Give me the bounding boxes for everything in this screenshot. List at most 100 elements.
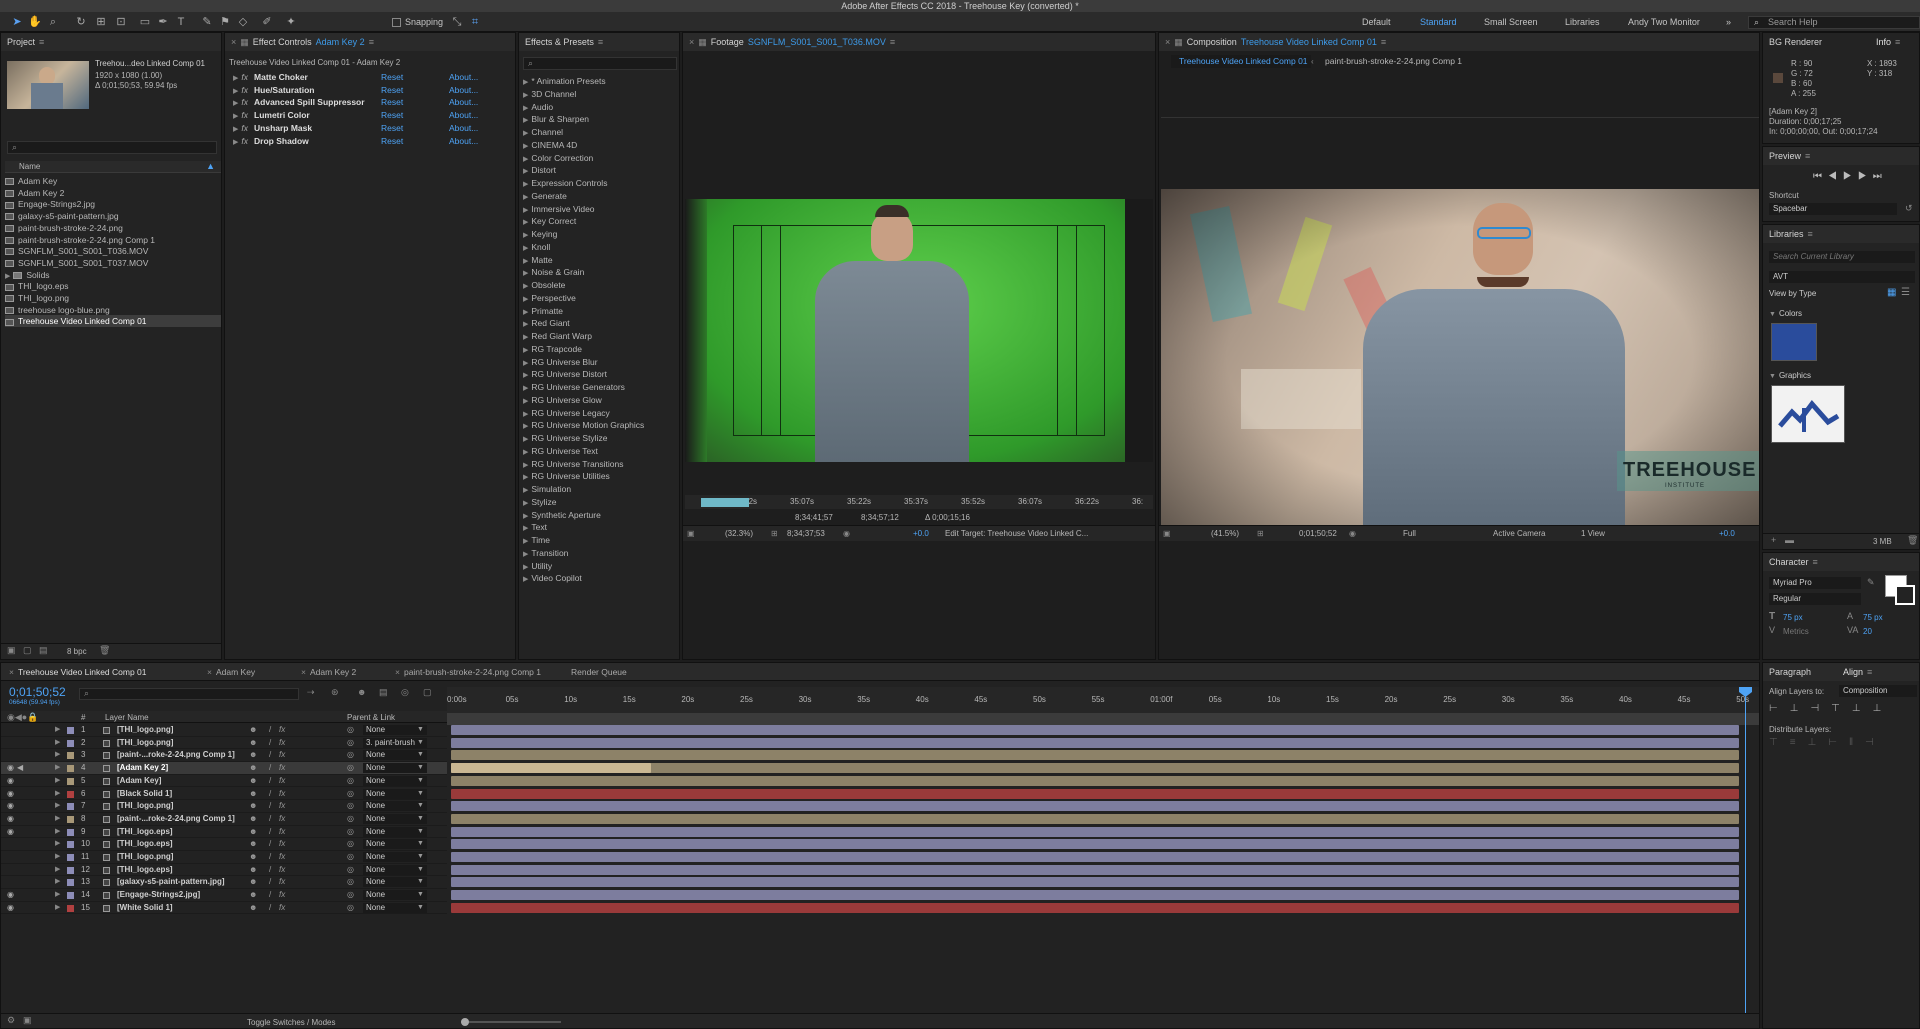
snap-grid-icon[interactable]: ⌗	[468, 15, 482, 29]
footage-title[interactable]: Footage	[711, 37, 744, 47]
effect-row[interactable]: ▶ fx Advanced Spill Suppressor Reset About..…	[225, 96, 515, 108]
shy-switch-icon[interactable]: ☻	[249, 889, 257, 902]
shy-switch-icon[interactable]: ☻	[249, 902, 257, 915]
new-folder-icon[interactable]: ▢	[23, 645, 32, 656]
add-icon[interactable]: +	[1771, 535, 1776, 545]
font-size-value[interactable]: 75 px	[1783, 613, 1803, 622]
timeline-layer-row[interactable]: ◉ ▶ 15 [White Solid 1] ☻ / fx ◎ None ▼	[1, 902, 447, 915]
layer-name-header[interactable]: Layer Name	[105, 713, 149, 722]
expand-icon[interactable]: ▶	[523, 181, 528, 188]
chevron-down-icon[interactable]: ▼	[417, 762, 424, 775]
pickwhip-icon[interactable]: ◎	[347, 851, 354, 864]
expand-icon[interactable]: ▶	[523, 309, 528, 316]
distribute-left-icon[interactable]: ⊢	[1828, 737, 1849, 748]
expand-icon[interactable]: ▶	[523, 245, 528, 252]
comp-timecode[interactable]: 0;01;50;52	[1299, 529, 1337, 538]
fx-switch-icon[interactable]: fx	[279, 737, 285, 750]
draft-3d-icon[interactable]: ⊛	[331, 687, 339, 698]
shy-layers-icon[interactable]: ☻	[357, 687, 366, 697]
layer-label-color[interactable]	[67, 892, 74, 900]
project-item[interactable]: Engage-Strings2.jpg	[5, 198, 221, 210]
expand-icon[interactable]: ▶	[523, 207, 528, 214]
expand-icon[interactable]: ▶	[523, 347, 528, 354]
always-preview-icon[interactable]: ▣	[1163, 529, 1171, 538]
effect-row[interactable]: ▶ fx Unsharp Mask Reset About...	[225, 122, 515, 134]
font-family-select[interactable]: Myriad Pro	[1769, 577, 1861, 589]
always-preview-icon[interactable]: ▣	[687, 529, 695, 538]
footage-in-point[interactable]: 8;34;41;57	[795, 513, 833, 522]
fx-icon[interactable]: fx	[241, 85, 248, 95]
layer-label-color[interactable]	[67, 879, 74, 887]
layer-label-color[interactable]	[67, 854, 74, 861]
quality-switch-icon[interactable]: /	[269, 838, 271, 851]
shy-switch-icon[interactable]: ☻	[249, 864, 257, 877]
eraser-tool-icon[interactable]: ◇	[236, 15, 250, 29]
expand-icon[interactable]: ▶	[523, 219, 528, 226]
project-item[interactable]: Adam Key 2	[5, 187, 221, 199]
type-tool-icon[interactable]: T	[174, 15, 188, 29]
visibility-icon[interactable]: ◉	[7, 813, 14, 826]
expand-icon[interactable]: ▶	[55, 864, 60, 877]
parent-link-header[interactable]: Parent & Link	[347, 713, 395, 722]
layer-duration-bar[interactable]	[451, 839, 1739, 850]
stroke-color-swatch[interactable]	[1895, 585, 1915, 605]
project-item[interactable]: galaxy-s5-paint-pattern.jpg	[5, 210, 221, 222]
effects-category[interactable]: ▶ CINEMA 4D	[523, 139, 679, 151]
effect-about-button[interactable]: About...	[449, 96, 478, 108]
effects-category[interactable]: ▶ Red Giant	[523, 317, 679, 329]
expand-icon[interactable]: ▶	[523, 411, 528, 418]
expand-icon[interactable]: ▶	[523, 487, 528, 494]
next-frame-icon[interactable]: ▶	[1858, 171, 1873, 182]
expand-icon[interactable]: ▶	[523, 525, 528, 532]
library-search-input[interactable]: Search Current Library	[1769, 251, 1915, 263]
timeline-layer-row[interactable]: ▶ 12 [THI_logo.eps] ☻ / fx ◎ None ▼	[1, 864, 447, 877]
visibility-icon[interactable]: ◉	[7, 902, 14, 915]
chevron-down-icon[interactable]: ▼	[417, 724, 424, 737]
expand-icon[interactable]: ▶	[55, 788, 60, 801]
library-color-swatch[interactable]	[1771, 323, 1817, 361]
visibility-icon[interactable]: ◉	[7, 826, 14, 839]
composition-title[interactable]: Composition	[1187, 37, 1237, 47]
expand-icon[interactable]: ▶	[523, 360, 528, 367]
shy-switch-icon[interactable]: ☻	[249, 851, 257, 864]
grid-icon[interactable]: ⊞	[771, 529, 778, 538]
effect-row[interactable]: ▶ fx Drop Shadow Reset About...	[225, 135, 515, 147]
footage-offset[interactable]: +0.0	[913, 529, 929, 538]
layer-duration-bar[interactable]	[451, 864, 1739, 875]
chevron-down-icon[interactable]: ▼	[417, 788, 424, 801]
comp-flowchart-icon[interactable]: ⇢	[307, 687, 315, 698]
effects-category[interactable]: ▶ * Animation Presets	[523, 75, 679, 87]
expand-icon[interactable]: ▶	[523, 270, 528, 277]
panel-menu-icon[interactable]: ≡	[369, 37, 374, 47]
effects-category[interactable]: ▶ Color Correction	[523, 152, 679, 164]
motion-blur-icon[interactable]: ◎	[401, 687, 409, 698]
pickwhip-icon[interactable]: ◎	[347, 775, 354, 788]
effects-category[interactable]: ▶ RG Universe Text	[523, 445, 679, 457]
expand-icon[interactable]: ▶	[55, 902, 60, 915]
timeline-layer-row[interactable]: ◉ ▶ 6 [Black Solid 1] ☻ / fx ◎ None ▼	[1, 788, 447, 801]
expand-icon[interactable]: ▶	[523, 513, 528, 520]
shy-switch-icon[interactable]: ☻	[249, 737, 257, 750]
comp-tab-brush[interactable]: paint-brush-stroke-2-24.png Comp 1	[1325, 55, 1462, 68]
eyedropper-icon[interactable]: ✎	[1867, 577, 1875, 588]
tab-align[interactable]: Align	[1843, 667, 1863, 677]
layer-switches-icon[interactable]: ⚙	[7, 1015, 15, 1026]
distribute-right-icon[interactable]: ⊣	[1865, 737, 1886, 748]
distribute-bottom-icon[interactable]: ⊥	[1808, 737, 1829, 748]
zoom-slider[interactable]	[461, 1018, 561, 1026]
effects-presets-title[interactable]: Effects & Presets	[525, 37, 594, 47]
zoom-slider-handle[interactable]	[461, 1018, 469, 1026]
layer-duration-bar[interactable]	[451, 890, 1739, 901]
last-frame-icon[interactable]: ⏭	[1873, 171, 1888, 182]
effect-about-button[interactable]: About...	[449, 109, 478, 121]
expand-icon[interactable]: ▶	[523, 564, 528, 571]
timeline-layer-row[interactable]: ▶ 13 [galaxy-s5-paint-pattern.jpg] ☻ / fx ◎ Non…	[1, 876, 447, 890]
effect-reset-button[interactable]: Reset	[381, 71, 403, 83]
distribute-vcenter-icon[interactable]: ≡	[1790, 737, 1808, 748]
effects-category[interactable]: ▶ Audio	[523, 101, 679, 113]
fx-switch-icon[interactable]: fx	[279, 889, 285, 902]
graphics-section-label[interactable]: ▼ Graphics	[1769, 371, 1811, 380]
shy-switch-icon[interactable]: ☻	[249, 800, 257, 813]
effects-category[interactable]: ▶ Time	[523, 534, 679, 546]
character-title[interactable]: Character	[1769, 557, 1809, 567]
